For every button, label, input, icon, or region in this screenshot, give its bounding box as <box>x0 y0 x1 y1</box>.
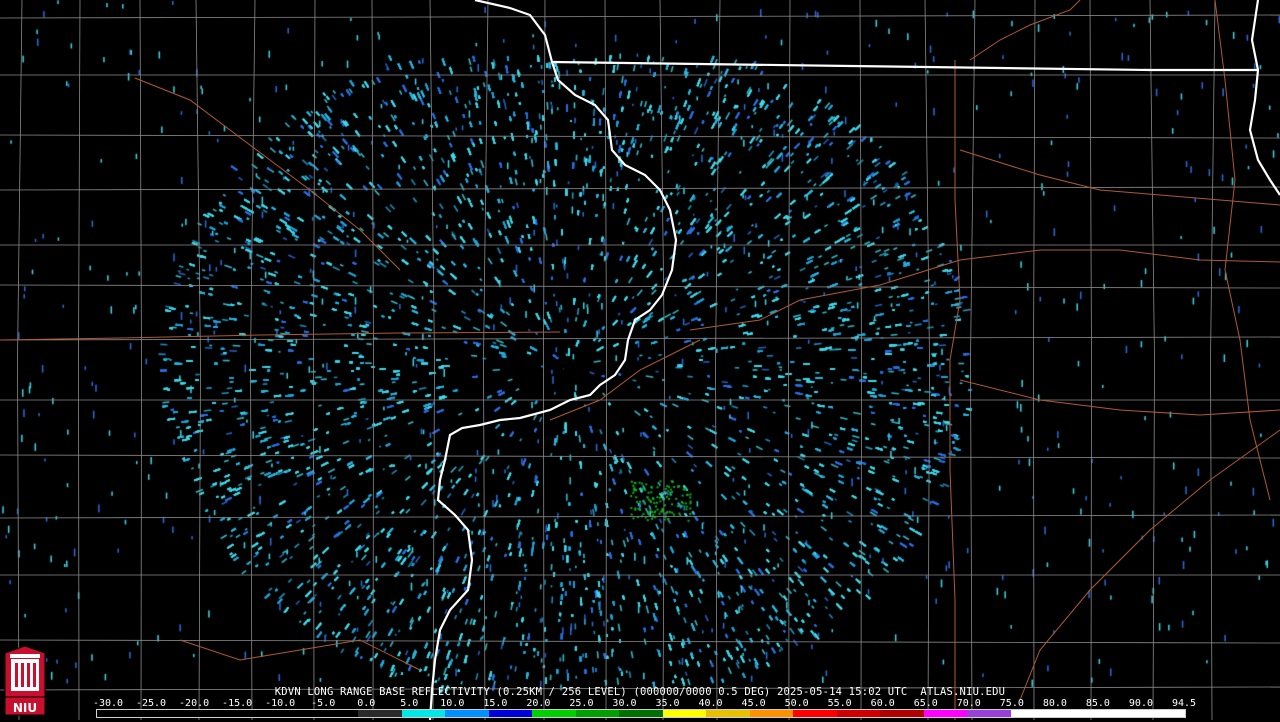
colorbar-tick-label: 0.0 <box>357 698 376 709</box>
colorbar-tick-labels: -30.0 -25.0 -20.0 -15.0 -10.0 -5.0 0.0 5.0 10.0 1… <box>92 698 1197 709</box>
colorbar-segment <box>1054 710 1098 717</box>
colorbar-tick-label: 25.0 <box>569 698 594 709</box>
radar-map: NIU KDVN LONG RANGE BASE REFLECTIVITY (0… <box>0 0 1280 720</box>
colorbar-tick-label: 80.0 <box>1042 698 1067 709</box>
colorbar-tick-label: 40.0 <box>698 698 723 709</box>
colorbar-segment <box>140 710 185 717</box>
colorbar-tick-label: -25.0 <box>135 698 167 709</box>
colorbar-tick-label: 60.0 <box>870 698 895 709</box>
map-overlay <box>0 0 1280 720</box>
colorbar-segment <box>706 710 750 717</box>
colorbar-segment <box>662 710 707 717</box>
colorbar-segment <box>1141 710 1185 717</box>
colorbar-segment <box>314 710 359 717</box>
colorbar-segment <box>97 710 141 717</box>
colorbar-segment <box>271 710 315 717</box>
colorbar-tick-label: 70.0 <box>956 698 981 709</box>
colorbar-segment <box>749 710 794 717</box>
colorbar-segment <box>793 710 837 717</box>
colorbar-tick-label: -20.0 <box>179 698 210 709</box>
colorbar-segment <box>967 710 1011 717</box>
colorbar-segment <box>227 710 272 717</box>
colorbar-segment <box>445 710 489 717</box>
colorbar-tick-label: 45.0 <box>741 698 766 709</box>
colorbar-segment <box>1097 710 1142 717</box>
colorbar-segment <box>923 710 968 717</box>
highways <box>0 0 1280 720</box>
colorbar-segment <box>401 710 446 717</box>
state-borders <box>428 0 1280 720</box>
colorbar-tick-label: 50.0 <box>784 698 809 709</box>
colorbar-tick-label: 30.0 <box>612 698 637 709</box>
colorbar-segment <box>488 710 533 717</box>
colorbar-tick-label: 90.0 <box>1128 698 1153 709</box>
colorbar-tick-label: 35.0 <box>655 698 680 709</box>
colorbar-tick-label: -5.0 <box>311 698 336 709</box>
colorbar-tick-label: 20.0 <box>526 698 551 709</box>
colorbar-segment <box>575 710 620 717</box>
county-boundaries <box>0 0 1280 720</box>
colorbar-tick-label: 55.0 <box>827 698 852 709</box>
reflectivity-colorbar <box>96 709 1186 718</box>
colorbar-segment <box>880 710 924 717</box>
colorbar-tick-label: -10.0 <box>265 698 296 709</box>
colorbar-tick-label: -30.0 <box>92 698 124 709</box>
niu-logo-text: NIU <box>12 701 38 715</box>
product-caption: KDVN LONG RANGE BASE REFLECTIVITY (0.25K… <box>274 686 1006 698</box>
colorbar-segment <box>184 710 228 717</box>
colorbar-tick-label: 15.0 <box>483 698 508 709</box>
colorbar-tick-label: 10.0 <box>440 698 465 709</box>
colorbar-tick-label: 75.0 <box>999 698 1024 709</box>
niu-logo: NIU <box>4 645 46 717</box>
colorbar-tick-label: 65.0 <box>913 698 938 709</box>
colorbar-tick-label: 5.0 <box>400 698 419 709</box>
colorbar-segment <box>619 710 663 717</box>
colorbar-segment <box>836 710 881 717</box>
colorbar-tick-label: 94.5 <box>1171 698 1197 709</box>
colorbar-segment <box>358 710 402 717</box>
colorbar-segment <box>532 710 576 717</box>
colorbar-segment <box>1010 710 1055 717</box>
colorbar-tick-label: 85.0 <box>1085 698 1110 709</box>
colorbar-tick-label: -15.0 <box>222 698 253 709</box>
